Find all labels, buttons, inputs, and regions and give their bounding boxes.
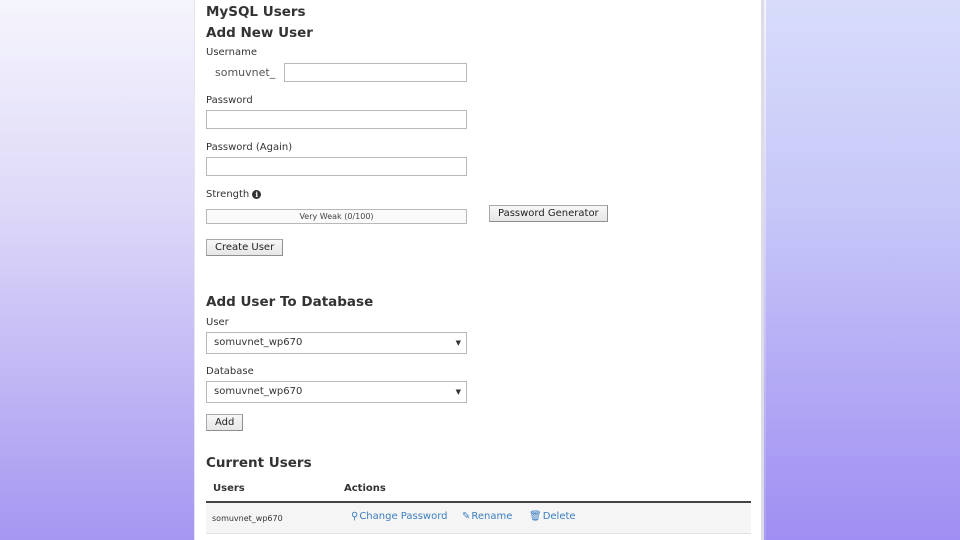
strength-label-wrap: Strength i xyxy=(206,189,262,200)
database-select-value: somuvnet_wp670 xyxy=(214,386,303,397)
password-input[interactable] xyxy=(206,110,467,129)
table-row: somuvnet_wp670 ⚲Change Password ✎Rename … xyxy=(206,503,751,534)
caret-down-icon: ▼ xyxy=(455,388,461,396)
pencil-icon: ✎ xyxy=(462,511,471,522)
change-password-label: Change Password xyxy=(359,511,448,522)
create-user-button[interactable]: Create User xyxy=(206,239,284,256)
user-name-cell: somuvnet_wp670 xyxy=(212,514,283,523)
page-title: MySQL Users xyxy=(206,4,306,20)
add-user-to-database-button[interactable]: Add xyxy=(206,414,244,431)
column-header-actions: Actions xyxy=(344,483,386,494)
database-select[interactable]: somuvnet_wp670 ▼ xyxy=(206,381,467,403)
database-select-label: Database xyxy=(206,366,254,377)
password-again-input[interactable] xyxy=(206,157,467,176)
rename-link[interactable]: ✎Rename xyxy=(462,511,512,522)
user-select[interactable]: somuvnet_wp670 ▼ xyxy=(206,332,467,354)
caret-down-icon: ▼ xyxy=(455,339,461,347)
strength-label: Strength xyxy=(206,189,250,200)
user-select-value: somuvnet_wp670 xyxy=(214,337,303,348)
info-icon[interactable]: i xyxy=(252,190,262,199)
key-icon: ⚲ xyxy=(351,511,359,522)
password-generator-button[interactable]: Password Generator xyxy=(489,205,608,222)
password-again-label: Password (Again) xyxy=(206,142,293,153)
change-password-link[interactable]: ⚲Change Password xyxy=(351,511,448,522)
column-header-users: Users xyxy=(213,483,245,494)
content-panel: MySQL Users Add New User Username somuvn… xyxy=(194,0,764,540)
username-label: Username xyxy=(206,47,257,58)
delete-label: Delete xyxy=(542,511,576,522)
add-user-to-database-heading: Add User To Database xyxy=(206,294,374,310)
delete-link[interactable]: 🗑Delete xyxy=(529,511,576,522)
strength-text: Very Weak (0/100) xyxy=(299,212,374,221)
trash-icon: 🗑 xyxy=(529,511,542,522)
background-left xyxy=(0,0,194,540)
password-strength-meter: Very Weak (0/100) xyxy=(206,209,467,224)
password-label: Password xyxy=(206,95,253,106)
username-input[interactable] xyxy=(284,63,467,82)
current-users-heading: Current Users xyxy=(206,455,312,471)
user-select-label: User xyxy=(206,317,229,328)
rename-label: Rename xyxy=(471,511,513,522)
username-prefix: somuvnet_ xyxy=(215,66,276,79)
add-new-user-heading: Add New User xyxy=(206,25,313,41)
background-right xyxy=(766,0,960,540)
